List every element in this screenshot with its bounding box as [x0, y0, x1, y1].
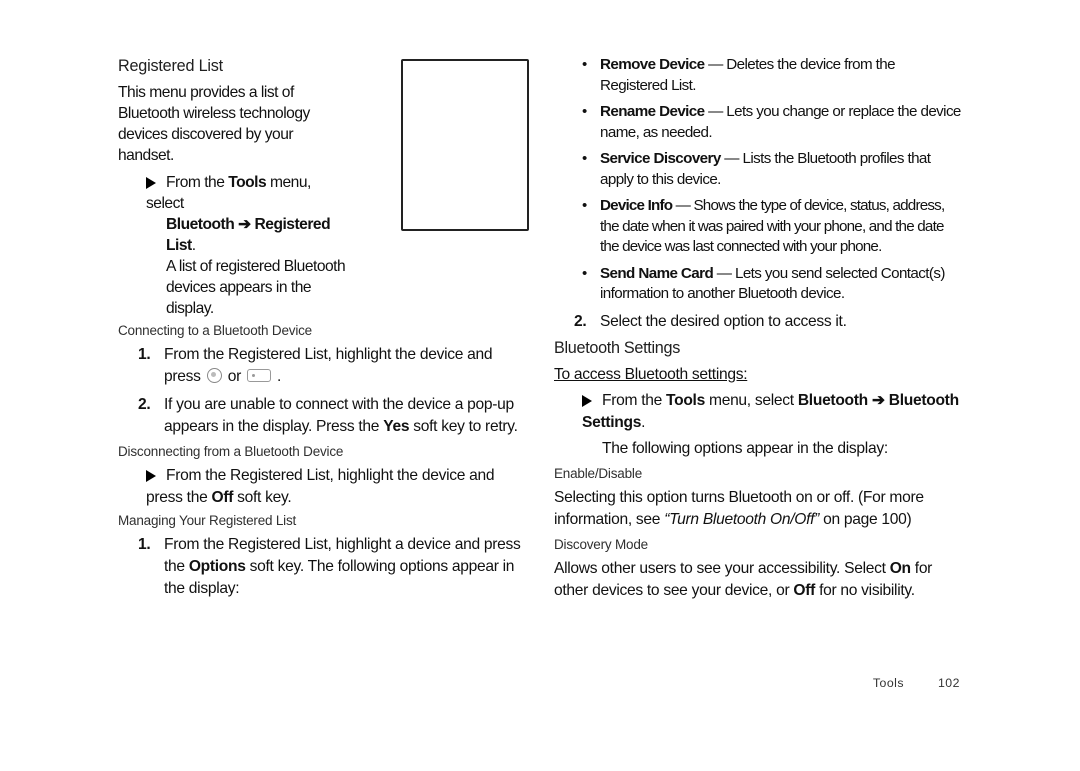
heading-managing: Managing Your Registered List	[118, 513, 529, 528]
connect-step-1: 1.From the Registered List, highlight th…	[138, 344, 529, 388]
step-open-registered-list: From the Tools menu, select Bluetooth ➔ …	[146, 172, 348, 319]
connect-steps: 1.From the Registered List, highlight th…	[138, 344, 529, 438]
triangle-icon	[146, 177, 156, 189]
page-number: 102	[938, 676, 960, 690]
footer-section: Tools	[873, 676, 904, 690]
softkey-icon	[247, 369, 271, 382]
manage-step-1: 1.From the Registered List, highlight a …	[138, 534, 529, 600]
page-footer: Tools 102	[873, 676, 960, 690]
manage-steps: 1.From the Registered List, highlight a …	[138, 534, 529, 600]
settings-result: The following options appear in the disp…	[602, 438, 965, 460]
option-service-discovery: Service Discovery — Lists the Bluetooth …	[582, 149, 965, 190]
phone-screenshot-placeholder	[401, 59, 529, 231]
manage-steps-cont: 2.Select the desired option to access it…	[574, 311, 965, 333]
registered-list-section: Registered List This menu provides a lis…	[118, 57, 529, 319]
right-column: Remove Device — Deletes the device from …	[554, 55, 965, 606]
step-line: From the Tools menu, select	[146, 172, 348, 214]
left-column: Registered List This menu provides a lis…	[118, 55, 529, 606]
heading-discovery-mode: Discovery Mode	[554, 537, 965, 552]
arrow-icon: ➔	[872, 390, 885, 412]
option-send-name-card: Send Name Card — Lets you send selected …	[582, 264, 965, 305]
triangle-icon	[146, 470, 156, 482]
discovery-mode-text: Allows other users to see your accessibi…	[554, 558, 965, 602]
heading-bluetooth-settings: Bluetooth Settings	[554, 339, 965, 358]
intro-text: This menu provides a list of Bluetooth w…	[118, 82, 348, 166]
step-result-b: devices appears in the display.	[166, 277, 348, 319]
connect-step-2: 2.If you are unable to connect with the …	[138, 394, 529, 438]
disconnect-step: From the Registered List, highlight the …	[146, 465, 529, 509]
intro-block: This menu provides a list of Bluetooth w…	[118, 82, 348, 319]
enable-disable-text: Selecting this option turns Bluetooth on…	[554, 487, 965, 531]
option-rename: Rename Device — Lets you change or repla…	[582, 102, 965, 143]
ok-key-icon	[207, 368, 222, 383]
step-result-a: A list of registered Bluetooth	[166, 256, 348, 277]
access-settings-lead: To access Bluetooth settings:	[554, 364, 965, 386]
heading-enable-disable: Enable/Disable	[554, 466, 965, 481]
options-list: Remove Device — Deletes the device from …	[582, 55, 965, 305]
option-remove: Remove Device — Deletes the device from …	[582, 55, 965, 96]
heading-connecting: Connecting to a Bluetooth Device	[118, 323, 529, 338]
step-open-bt-settings: From the Tools menu, select Bluetooth ➔ …	[582, 390, 965, 460]
two-column-layout: Registered List This menu provides a lis…	[118, 55, 965, 606]
heading-disconnecting: Disconnecting from a Bluetooth Device	[118, 444, 529, 459]
step-path: Bluetooth ➔ Registered List.	[166, 214, 348, 256]
triangle-icon	[582, 395, 592, 407]
manage-step-2: 2.Select the desired option to access it…	[574, 311, 965, 333]
arrow-icon: ➔	[238, 214, 251, 235]
option-device-info: Device Info — Shows the type of device, …	[582, 196, 965, 258]
manual-page: Registered List This menu provides a lis…	[0, 0, 1080, 771]
